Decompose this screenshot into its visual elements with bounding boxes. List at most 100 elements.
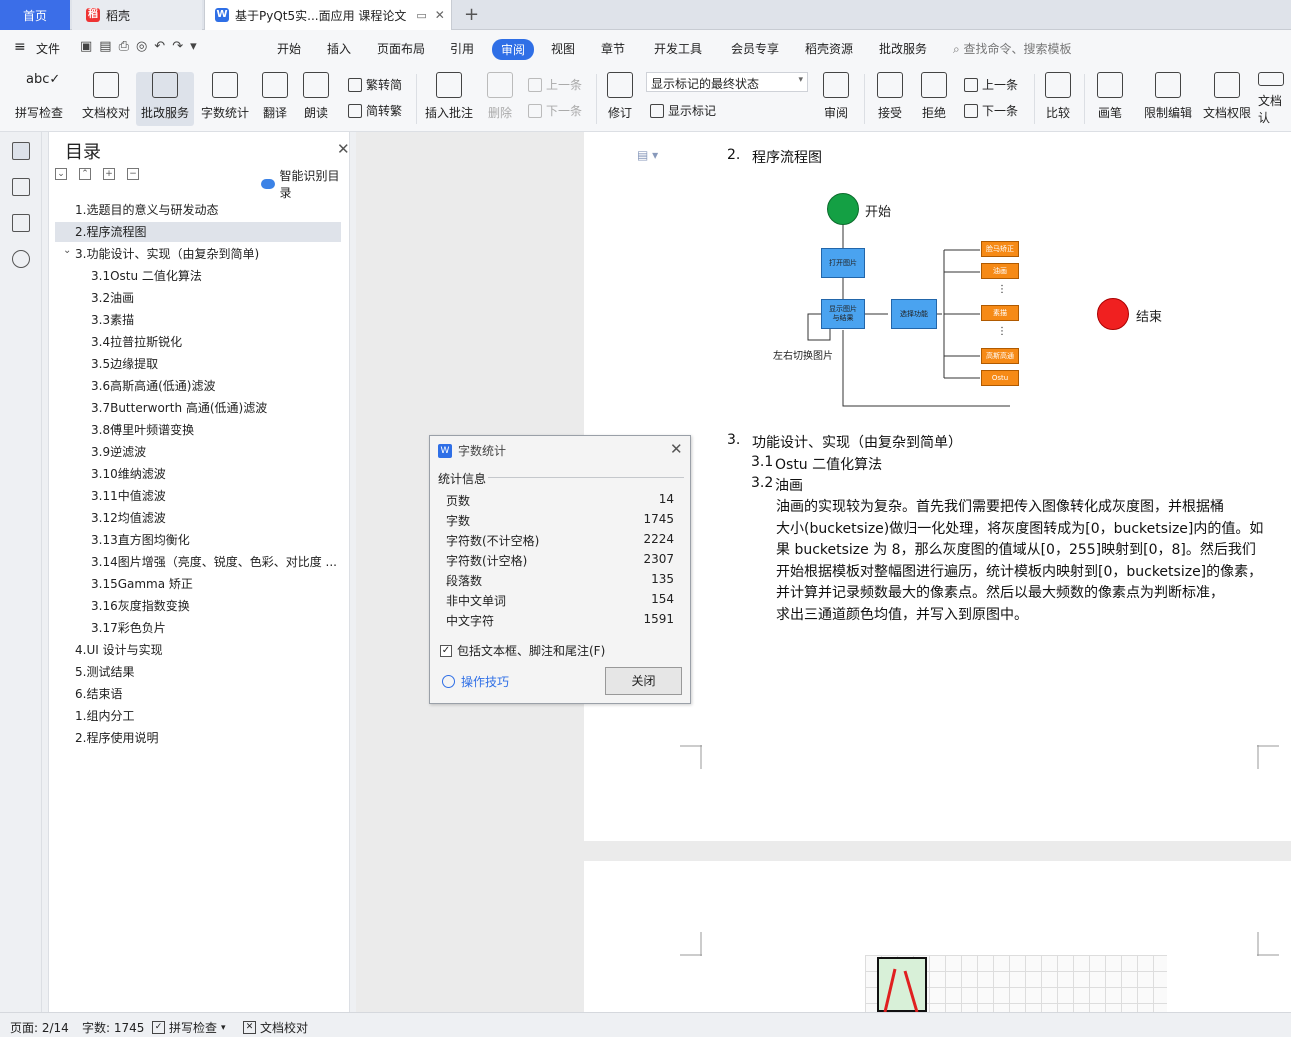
toc-item[interactable]: 2.程序使用说明: [75, 728, 158, 748]
quick-access-icons[interactable]: ▣▤⎙◎↶↷▾: [80, 39, 204, 54]
trad-to-simp-button[interactable]: 繁转简: [348, 76, 402, 93]
paragraph-handle-icon[interactable]: ▤ ▾: [637, 148, 658, 162]
tab-close-icon[interactable]: ✕: [435, 8, 445, 22]
spell-check-button[interactable]: abc✓ 拼写检查: [10, 72, 68, 126]
toc-item[interactable]: 3.6高斯高通(低通)滤波: [91, 376, 215, 396]
tab-document[interactable]: W 基于PyQt5实...面应用 课程论文 ▭ ✕: [204, 0, 452, 30]
menu-dev-tools[interactable]: 开发工具: [654, 40, 702, 57]
tab-daoke[interactable]: 稻 稻壳: [72, 0, 202, 30]
menu-insert[interactable]: 插入: [327, 40, 351, 57]
chevron-down-icon[interactable]: ⌄: [63, 245, 71, 256]
toc-item[interactable]: 3.14图片增强（亮度、锐度、色彩、对比度 ...: [91, 552, 337, 572]
divider: [488, 477, 684, 478]
menu-file[interactable]: 文件: [36, 40, 60, 57]
toc-item[interactable]: 3.功能设计、实现（由复杂到简单): [75, 244, 259, 264]
next-change-icon: [964, 103, 978, 118]
toc-item[interactable]: 3.1Ostu 二值化算法: [91, 266, 202, 286]
toc-item[interactable]: 3.4拉普拉斯锐化: [91, 332, 182, 352]
prev-comment-button[interactable]: 上一条: [528, 76, 582, 93]
stat-label: 中文字符: [446, 614, 495, 628]
doc-permission-button[interactable]: 文档权限: [1200, 72, 1254, 126]
menu-daoke-resources[interactable]: 稻壳资源: [805, 40, 853, 57]
collapse-all-icon[interactable]: ⌄: [55, 168, 67, 180]
expand-up-icon[interactable]: ⌃: [79, 168, 91, 180]
toc-item[interactable]: 3.11中值滤波: [91, 486, 166, 506]
next-comment-icon: [528, 103, 542, 118]
read-aloud-label: 朗读: [303, 106, 328, 120]
word-count-button[interactable]: 字数统计: [198, 72, 252, 126]
accept-button[interactable]: 接受: [872, 72, 908, 126]
search-icon[interactable]: [12, 250, 30, 268]
markup-state-select[interactable]: 显示标记的最终状态 ▾: [646, 72, 808, 92]
stat-value: 14: [658, 492, 674, 506]
menu-view[interactable]: 视图: [551, 40, 575, 57]
menu-review[interactable]: 审阅: [492, 39, 535, 60]
menu-chapter[interactable]: 章节: [601, 40, 625, 57]
correction-service-label: 批改服务: [140, 106, 189, 120]
toc-item[interactable]: 1.选题目的意义与研发动态: [75, 200, 218, 220]
restrict-edit-button[interactable]: 限制编辑: [1140, 72, 1196, 126]
correction-service-button[interactable]: 批改服务: [136, 72, 194, 126]
next-comment-button[interactable]: 下一条: [528, 102, 582, 119]
include-notes-checkbox[interactable]: ✓ 包括文本框、脚注和尾注(F): [440, 642, 605, 659]
page-corner-mark: [1257, 932, 1279, 956]
close-button[interactable]: 关闭: [605, 667, 682, 695]
toc-item[interactable]: 3.9逆滤波: [91, 442, 146, 462]
menu-reference[interactable]: 引用: [450, 40, 474, 57]
toc-item[interactable]: 3.7Butterworth 高通(低通)滤波: [91, 398, 267, 418]
bookmark-icon[interactable]: [12, 214, 30, 232]
insert-comment-button[interactable]: 插入批注: [422, 72, 476, 126]
doc-auth-button[interactable]: 文档认: [1258, 72, 1291, 126]
toc-item[interactable]: 3.2油画: [91, 288, 134, 308]
next-change-button[interactable]: 下一条: [964, 102, 1018, 119]
toc-item[interactable]: 3.16灰度指数变换: [91, 596, 190, 616]
toc-item[interactable]: 3.8傅里叶频谱变换: [91, 420, 194, 440]
toc-item[interactable]: 4.UI 设计与实现: [75, 640, 163, 660]
menu-member[interactable]: 会员专享: [731, 40, 779, 57]
toc-item[interactable]: 3.12均值滤波: [91, 508, 166, 528]
toc-item[interactable]: 3.10维纳滤波: [91, 464, 166, 484]
hamburger-icon[interactable]: ≡: [14, 39, 26, 55]
toc-item[interactable]: 3.5边缘提取: [91, 354, 158, 374]
simp-to-trad-button[interactable]: 简转繁: [348, 102, 402, 119]
show-markup-button[interactable]: 显示标记: [650, 102, 716, 119]
toc-item[interactable]: 2.程序流程图: [55, 222, 341, 242]
toc-item[interactable]: 3.13直方图均衡化: [91, 530, 190, 550]
tips-link[interactable]: 操作技巧: [442, 673, 509, 690]
delete-comment-button[interactable]: 删除: [482, 72, 518, 126]
menu-correction-service[interactable]: 批改服务: [879, 40, 927, 57]
compare-button[interactable]: 比较: [1040, 72, 1076, 126]
menu-page-layout[interactable]: 页面布局: [377, 40, 425, 57]
translate-button[interactable]: 翻译: [256, 72, 294, 126]
tab-window-icon[interactable]: ▭: [416, 9, 426, 22]
toc-item[interactable]: 3.15Gamma 矫正: [91, 574, 193, 594]
add-heading-icon[interactable]: +: [103, 168, 115, 180]
close-icon[interactable]: ✕: [337, 140, 350, 158]
flowchart-open-node: 打开图片: [821, 248, 865, 278]
new-tab-icon[interactable]: +: [464, 4, 479, 25]
spell-check-toggle[interactable]: ✓ 拼写检查 ▾: [152, 1019, 226, 1036]
close-icon[interactable]: ✕: [670, 440, 683, 458]
toc-item[interactable]: 6.结束语: [75, 684, 122, 704]
remove-heading-icon[interactable]: −: [127, 168, 139, 180]
doc-check-toggle[interactable]: ✕ 文档校对: [243, 1019, 308, 1036]
prev-change-button[interactable]: 上一条: [964, 76, 1018, 93]
toc-item[interactable]: 3.3素描: [91, 310, 134, 330]
tab-home[interactable]: 首页: [0, 0, 70, 30]
toc-item[interactable]: 3.17彩色负片: [91, 618, 166, 638]
revise-button[interactable]: 修订: [602, 72, 638, 126]
toc-item[interactable]: 1.组内分工: [75, 706, 134, 726]
word-count-indicator[interactable]: 字数: 1745: [82, 1019, 144, 1036]
read-aloud-button[interactable]: 朗读: [300, 72, 332, 126]
command-search[interactable]: ⌕ 查找命令、搜索模板: [953, 40, 1072, 57]
chapter-icon[interactable]: [12, 178, 30, 196]
page-indicator[interactable]: 页面: 2/14: [10, 1019, 69, 1036]
toc-item[interactable]: 5.测试结果: [75, 662, 134, 682]
review-pane-button[interactable]: 审阅: [818, 72, 854, 126]
pen-button[interactable]: 画笔: [1094, 72, 1126, 126]
doc-check-button[interactable]: 文档校对: [78, 72, 134, 126]
reject-button[interactable]: 拒绝: [916, 72, 952, 126]
outline-icon[interactable]: [12, 142, 30, 160]
menu-start[interactable]: 开始: [277, 40, 301, 57]
smart-toc-button[interactable]: 智能识别目录: [261, 167, 349, 201]
